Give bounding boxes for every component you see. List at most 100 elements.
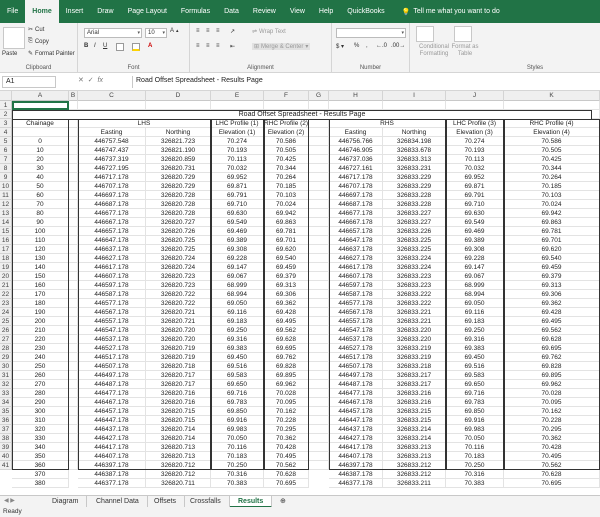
grid-cell[interactable] <box>146 101 211 110</box>
data-cell[interactable]: 70.316 <box>211 470 264 479</box>
grid-cell[interactable] <box>69 101 78 110</box>
grid-cell[interactable] <box>309 119 329 128</box>
data-cell[interactable]: 70.028 <box>264 389 309 398</box>
data-cell[interactable]: 70.495 <box>504 452 600 461</box>
row-header[interactable]: 4 <box>0 128 12 137</box>
data-cell[interactable]: 69.716 <box>211 389 264 398</box>
row-header[interactable]: 11 <box>0 191 12 200</box>
data-cell[interactable]: 326820.717 <box>146 380 211 389</box>
data-cell[interactable]: 69.383 <box>211 344 264 353</box>
data-cell[interactable]: 69.316 <box>211 335 264 344</box>
row-header[interactable]: 22 <box>0 290 12 299</box>
data-cell[interactable]: 326820.859 <box>146 155 211 164</box>
grid-cell[interactable] <box>69 425 78 434</box>
row-header[interactable]: 34 <box>0 398 12 407</box>
data-cell[interactable]: 326820.723 <box>146 281 211 290</box>
grid-cell[interactable] <box>69 353 78 362</box>
ribbon-tab-review[interactable]: Review <box>246 0 283 23</box>
data-cell[interactable]: 326820.729 <box>146 173 211 182</box>
data-cell[interactable]: 180 <box>12 299 69 308</box>
data-cell[interactable]: 326833.212 <box>383 470 446 479</box>
data-cell[interactable]: 70.586 <box>504 137 600 146</box>
data-cell[interactable]: 68.994 <box>446 290 504 299</box>
data-cell[interactable]: 69.916 <box>446 416 504 425</box>
data-cell[interactable]: 90 <box>12 218 69 227</box>
grid-cell[interactable] <box>309 182 329 191</box>
data-cell[interactable]: 70.295 <box>264 425 309 434</box>
currency-icon[interactable]: $ ▾ <box>336 43 344 50</box>
data-cell[interactable]: 326821.723 <box>146 137 211 146</box>
data-cell[interactable]: 446607.178 <box>329 272 383 281</box>
data-cell[interactable]: 446577.178 <box>78 299 146 308</box>
data-cell[interactable]: 69.562 <box>504 326 600 335</box>
data-cell[interactable]: 446547.178 <box>329 326 383 335</box>
grow-font-button[interactable]: A ▴ <box>170 28 179 34</box>
data-cell[interactable]: 446677.178 <box>78 209 146 218</box>
borders-icon[interactable] <box>116 43 124 51</box>
confirm-icon[interactable]: ✓ <box>88 77 94 84</box>
data-cell[interactable]: 69.791 <box>211 191 264 200</box>
data-cell[interactable]: 69.942 <box>264 209 309 218</box>
data-cell[interactable]: 326820.721 <box>146 308 211 317</box>
data-cell[interactable]: 446497.178 <box>329 371 383 380</box>
data-cell[interactable]: 69.583 <box>211 371 264 380</box>
data-cell[interactable]: 446637.178 <box>329 245 383 254</box>
grid-cell[interactable] <box>69 272 78 281</box>
header-lhc-profile-1[interactable]: LHC Profile (1) <box>211 119 264 128</box>
grid-cell[interactable] <box>309 416 329 425</box>
data-cell[interactable]: 69.308 <box>446 245 504 254</box>
data-cell[interactable]: 326833.229 <box>383 173 446 182</box>
data-cell[interactable]: 326820.723 <box>146 272 211 281</box>
data-cell[interactable]: 326833.216 <box>383 398 446 407</box>
data-cell[interactable]: 69.495 <box>504 317 600 326</box>
grid-cell[interactable] <box>309 236 329 245</box>
data-cell[interactable]: 326833.218 <box>383 362 446 371</box>
conditional-formatting-icon[interactable] <box>416 26 434 42</box>
grid-cell[interactable] <box>309 155 329 164</box>
data-cell[interactable]: 326820.722 <box>146 290 211 299</box>
underline-button[interactable]: U <box>103 43 107 49</box>
column-header-j[interactable]: J <box>446 91 504 101</box>
grid-cell[interactable] <box>309 200 329 209</box>
data-cell[interactable]: 326833.220 <box>383 326 446 335</box>
data-cell[interactable]: 70.695 <box>264 479 309 488</box>
data-cell[interactable]: 69.428 <box>264 308 309 317</box>
row-header[interactable]: 37 <box>0 425 12 434</box>
data-cell[interactable]: 350 <box>12 452 69 461</box>
align-left-icon[interactable]: ≡ <box>196 43 200 49</box>
data-cell[interactable]: 70.586 <box>264 137 309 146</box>
data-cell[interactable]: 69.701 <box>504 236 600 245</box>
copy-button[interactable]: ⎘ Copy <box>28 38 49 45</box>
data-cell[interactable]: 446717.178 <box>329 173 383 182</box>
ribbon-tab-view[interactable]: View <box>283 0 312 23</box>
font-color-icon[interactable]: A <box>148 43 152 49</box>
ribbon-tab-page-layout[interactable]: Page Layout <box>121 0 174 23</box>
grid-cell[interactable] <box>69 119 78 128</box>
data-cell[interactable]: 70.344 <box>264 164 309 173</box>
column-header-i[interactable]: I <box>383 91 446 101</box>
data-cell[interactable]: 326820.714 <box>146 425 211 434</box>
paste-icon[interactable] <box>3 27 25 49</box>
data-cell[interactable]: 446557.178 <box>329 317 383 326</box>
data-cell[interactable]: 446377.178 <box>78 479 146 488</box>
grid-cell[interactable] <box>504 101 600 110</box>
data-cell[interactable]: 70.116 <box>211 443 264 452</box>
data-cell[interactable]: 446457.178 <box>329 407 383 416</box>
grid-cell[interactable] <box>309 389 329 398</box>
grid-cell[interactable] <box>309 245 329 254</box>
data-cell[interactable]: 446487.178 <box>78 380 146 389</box>
data-cell[interactable]: 326820.720 <box>146 326 211 335</box>
data-cell[interactable]: 326833.222 <box>383 290 446 299</box>
data-cell[interactable]: 69.469 <box>211 227 264 236</box>
data-cell[interactable]: 290 <box>12 398 69 407</box>
data-cell[interactable]: 150 <box>12 272 69 281</box>
data-cell[interactable]: 69.628 <box>504 335 600 344</box>
data-cell[interactable]: 446647.178 <box>78 236 146 245</box>
data-cell[interactable]: 326833.213 <box>383 452 446 461</box>
data-cell[interactable]: 69.863 <box>504 218 600 227</box>
data-cell[interactable]: 446657.178 <box>329 227 383 236</box>
grid-cell[interactable] <box>69 398 78 407</box>
data-cell[interactable]: 240 <box>12 353 69 362</box>
row-header[interactable]: 27 <box>0 335 12 344</box>
data-cell[interactable]: 69.871 <box>446 182 504 191</box>
